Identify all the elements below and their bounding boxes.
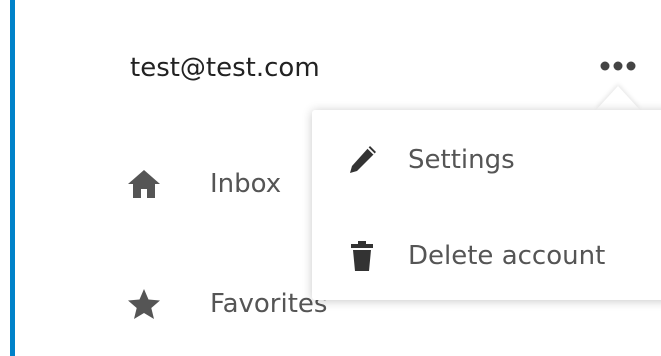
account-actions-popover: Settings Delete account <box>312 110 661 300</box>
home-icon <box>124 164 164 204</box>
trash-icon <box>342 236 382 276</box>
menu-item-label: Delete account <box>408 241 606 271</box>
nav-item-label: Inbox <box>210 169 282 199</box>
pencil-icon <box>342 140 382 180</box>
more-dots-icon <box>600 61 636 71</box>
nav-item-label: Favorites <box>210 289 328 319</box>
account-more-button[interactable] <box>596 52 644 80</box>
menu-item-delete-account[interactable]: Delete account <box>312 220 661 292</box>
nav-item-inbox[interactable]: Inbox <box>124 160 281 208</box>
popover-arrow <box>596 86 640 110</box>
mail-app-sidebar: test@test.com Inbox Favorites Settings D… <box>0 0 661 356</box>
menu-item-settings[interactable]: Settings <box>312 124 661 196</box>
nav-item-favorites[interactable]: Favorites <box>124 280 327 328</box>
account-email: test@test.com <box>130 53 320 83</box>
menu-item-label: Settings <box>408 145 515 175</box>
active-accent-bar <box>10 0 15 356</box>
star-icon <box>124 284 164 324</box>
